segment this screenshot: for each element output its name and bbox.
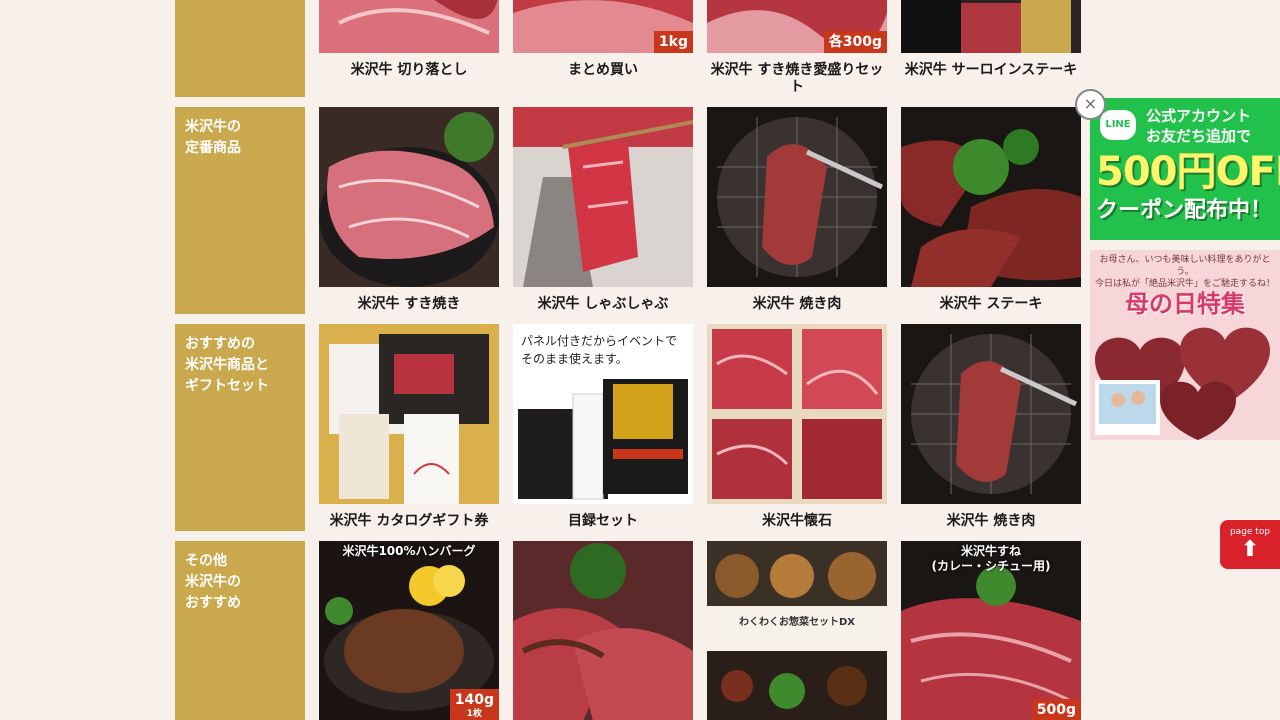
product-grid: 米沢牛 切り落とし 1kg まとめ買い 各300g 米沢牛 すき焼き愛盛りセット… (175, 0, 1081, 720)
image-overlay-text: 米沢牛すね (カレー・シチュー用) (931, 544, 1051, 573)
product-image[interactable]: 各300g (707, 0, 887, 53)
product-caption[interactable]: 米沢牛懐石 (707, 513, 887, 530)
product-caption[interactable]: 米沢牛 焼き肉 (901, 513, 1081, 530)
product-image[interactable]: 米沢牛すね (カレー・シチュー用) 500g (901, 541, 1081, 720)
line-banner-text: 公式アカウント お友だち追加で (1146, 107, 1252, 145)
product-caption[interactable]: 米沢牛 すき焼き愛盛りセット (707, 62, 887, 96)
line-banner-discount: 500円OFF (1096, 149, 1280, 195)
product-caption[interactable]: 目録セット (513, 513, 693, 530)
line-coupon-banner[interactable]: LINE 公式アカウント お友だち追加で 500円OFF クーポン配布中！ (1090, 98, 1280, 240)
line-logo-icon: LINE (1100, 110, 1136, 140)
weight-tag: 各300g (823, 31, 887, 53)
product-item[interactable]: パネル付きだからイベントで そのまま使えます。 目録セット (513, 324, 693, 530)
category-label: おすすめの 米沢牛商品と ギフトセット (175, 324, 305, 531)
mothers-day-banner[interactable]: お母さん、いつも美味しい料理をありがとう。 今日は私が「絶品米沢牛」をご馳走する… (1090, 250, 1280, 440)
product-caption[interactable]: 米沢牛 ステーキ (901, 296, 1081, 313)
page-top-label: page top (1229, 527, 1271, 537)
product-image[interactable] (901, 324, 1081, 504)
close-banner-button[interactable]: × (1075, 89, 1106, 120)
weight-tag: 1kg (653, 31, 693, 53)
page-top-button[interactable]: page top ⬆ (1220, 520, 1280, 569)
product-item[interactable]: 米沢牛 カタログギフト券 (319, 324, 499, 530)
product-image[interactable]: パネル付きだからイベントで そのまま使えます。 (513, 324, 693, 504)
panel-text: パネル付きだからイベントで そのまま使えます。 (521, 334, 678, 366)
product-item[interactable]: 米沢牛懐石 (707, 324, 887, 530)
product-item[interactable]: 米沢牛100%ハンバーグ 140g 1枚 (319, 541, 499, 720)
arrow-up-icon: ⬆ (1240, 537, 1260, 562)
image-overlay-text: わくわくお惣菜セットDX (738, 617, 855, 628)
product-item[interactable]: 米沢牛 切り落とし (319, 0, 499, 79)
product-item[interactable]: 米沢牛 しゃぶしゃぶ (513, 107, 693, 313)
product-image[interactable]: わくわくお惣菜セットDX (707, 541, 887, 720)
product-item[interactable]: わくわくお惣菜セットDX (707, 541, 887, 720)
product-caption[interactable]: 米沢牛 焼き肉 (707, 296, 887, 313)
product-item[interactable]: 1kg まとめ買い (513, 0, 693, 79)
weight-tag-sub: 1枚 (466, 709, 482, 719)
weight-tag: 140g 1枚 (449, 689, 499, 720)
line-banner-coupon: クーポン配布中！ (1096, 198, 1273, 223)
category-label: その他 米沢牛の おすすめ (175, 541, 305, 720)
product-item[interactable]: 米沢牛 焼き肉 (901, 324, 1081, 530)
category-block-top (175, 0, 305, 97)
product-caption[interactable]: 米沢牛 サーロインステーキ (901, 62, 1081, 79)
product-image[interactable]: 1kg (513, 0, 693, 53)
product-item[interactable]: 米沢牛 サーロインステーキ (901, 0, 1081, 79)
product-image[interactable] (319, 324, 499, 504)
product-caption[interactable]: 米沢牛 切り落とし (319, 62, 499, 79)
product-image[interactable] (513, 541, 693, 720)
product-caption[interactable]: まとめ買い (513, 62, 693, 79)
weight-tag-value: 140g (454, 692, 494, 708)
product-image[interactable] (319, 107, 499, 287)
product-item[interactable] (513, 541, 693, 720)
category-label: 米沢牛の 定番商品 (175, 107, 305, 314)
product-image[interactable]: 米沢牛100%ハンバーグ 140g 1枚 (319, 541, 499, 720)
product-caption[interactable]: 米沢牛 すき焼き (319, 296, 499, 313)
product-item[interactable]: 米沢牛 焼き肉 (707, 107, 887, 313)
weight-tag: 500g (1031, 699, 1081, 720)
product-item[interactable]: 米沢牛 ステーキ (901, 107, 1081, 313)
product-item[interactable]: 各300g 米沢牛 すき焼き愛盛りセット (707, 0, 887, 96)
image-overlay-text: 米沢牛100%ハンバーグ (342, 544, 476, 558)
product-caption[interactable]: 米沢牛 しゃぶしゃぶ (513, 296, 693, 313)
product-item[interactable]: 米沢牛 すき焼き (319, 107, 499, 313)
product-image[interactable] (513, 107, 693, 287)
product-image[interactable] (707, 107, 887, 287)
product-image[interactable] (901, 0, 1081, 53)
product-image[interactable] (319, 0, 499, 53)
mothers-day-title: 母の日特集 (1125, 289, 1245, 318)
product-item[interactable]: 米沢牛すね (カレー・シチュー用) 500g (901, 541, 1081, 720)
product-image[interactable] (901, 107, 1081, 287)
product-caption[interactable]: 米沢牛 カタログギフト券 (319, 513, 499, 530)
product-image[interactable] (707, 324, 887, 504)
